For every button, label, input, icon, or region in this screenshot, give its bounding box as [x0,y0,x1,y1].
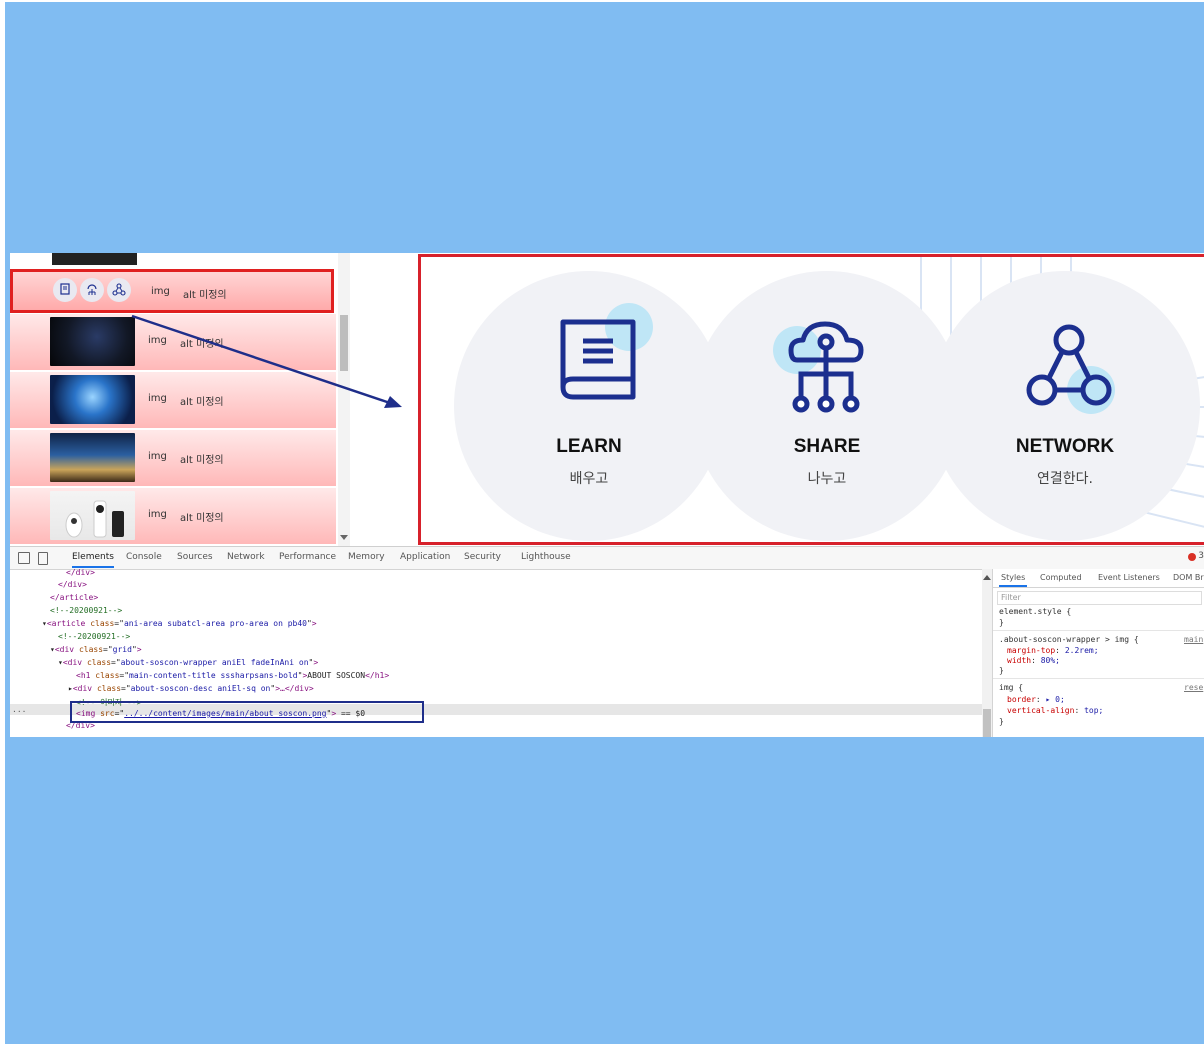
tab-sources[interactable]: Sources [177,552,213,562]
img-tag-highlight-box [70,701,424,723]
list-scrollbar[interactable] [338,253,350,546]
tab-performance[interactable]: Performance [279,552,336,562]
network-subtitle: 연결한다. [1037,471,1093,487]
city-thumbnail [50,433,135,482]
list-item-alt: alt 미정의 [180,339,224,350]
tab-styles[interactable]: Styles [998,573,1028,587]
list-item-alt: alt 미정의 [180,513,224,524]
code-line[interactable]: ▾<div class="grid"> [50,645,142,654]
robot-thumbnail [50,491,135,540]
code-line[interactable]: </article> [50,593,98,602]
devtools-tabbar: Elements Console Sources Network Perform… [10,547,1204,570]
book-icon [560,303,653,400]
list-item-selected[interactable]: img alt 미정의 [10,269,334,313]
rule1-prop1[interactable]: margin-top: 2.2rem; [1007,646,1099,655]
elements-scrollbar-thumb[interactable] [983,709,991,737]
code-line[interactable]: <!--20200921--> [50,606,122,615]
network-title: NETWORK [1015,436,1115,457]
devtools-panel: Elements Console Sources Network Perform… [10,546,1204,737]
tab-console[interactable]: Console [126,552,162,562]
list-item[interactable]: img alt 미정의 [10,372,336,430]
tab-elements[interactable]: Elements [72,552,114,568]
list-scrollbar-thumb[interactable] [340,315,348,371]
error-count[interactable]: 3 [1198,551,1204,561]
list-item-type: img [148,393,167,404]
device-toolbar-icon[interactable] [38,552,48,565]
code-line[interactable]: ▾<div class="about-soscon-wrapper aniEl … [58,658,318,667]
rule-close: } [999,717,1004,726]
styles-tabbar: Styles Computed Event Listeners DOM Br [993,569,1204,588]
tab-dom-breakpoints[interactable]: DOM Br [1173,573,1204,582]
code-line[interactable]: ▸<div class="about-soscon-desc aniEl-sq … [68,684,314,693]
scroll-up-arrow-icon[interactable] [983,575,991,580]
styles-pane: Styles Computed Event Listeners DOM Br F… [992,569,1204,737]
image-list: img alt 미정의 img alt 미정의 img alt 미정의 img … [10,253,350,546]
inspect-element-icon[interactable] [18,552,30,564]
list-item-alt: alt 미정의 [183,290,227,301]
top-partial-thumbnail [52,253,137,265]
rule1-prop2[interactable]: width: 80%; [1007,656,1060,665]
divider [993,678,1204,679]
mini-feature-icons [53,278,133,304]
code-line[interactable]: </div> [66,569,95,577]
chip-thumbnail [50,317,135,366]
element-style-rule[interactable]: element.style { [999,607,1071,616]
rule2-selector[interactable]: img {rese [999,683,1203,692]
tab-security[interactable]: Security [464,552,501,562]
list-item-type: img [148,451,167,462]
screenshot-panel: img alt 미정의 img alt 미정의 img alt 미정의 img … [10,253,1204,737]
rule2-prop2[interactable]: vertical-align: top; [1007,706,1103,715]
list-item-type: img [151,286,170,297]
tab-lighthouse[interactable]: Lighthouse [521,552,571,562]
tab-event-listeners[interactable]: Event Listeners [1098,573,1160,582]
row-actions-ellipsis[interactable]: ... [12,705,26,714]
code-line[interactable]: <h1 class="main-content-title sssharpsan… [76,671,389,680]
share-subtitle: 나누고 [807,471,847,487]
elements-scrollbar[interactable] [982,569,992,737]
mini-share-icon [80,278,104,302]
learn-title: LEARN [556,436,622,457]
mini-book-icon [53,278,77,302]
tab-computed[interactable]: Computed [1040,573,1082,582]
rule1-selector[interactable]: .about-soscon-wrapper > img {main [999,635,1203,644]
code-line[interactable]: </div> [58,580,87,589]
error-icon[interactable] [1188,553,1196,561]
list-item-alt: alt 미정의 [180,397,224,408]
tab-memory[interactable]: Memory [348,552,385,562]
rule1-source-link[interactable]: main [1184,635,1203,644]
list-item[interactable]: img alt 미정의 [10,314,336,372]
globe-thumbnail [50,375,135,424]
list-item-alt: alt 미정의 [180,455,224,466]
tab-network[interactable]: Network [227,552,265,562]
rule-close: } [999,618,1004,627]
image-preview: LEARN 배우고 SHARE 나누고 NETWORK 연결한다. [418,254,1204,545]
list-item[interactable]: img alt 미정의 [10,430,336,488]
code-line[interactable]: <!--20200921--> [58,632,130,641]
learn-subtitle: 배우고 [569,471,609,487]
list-item[interactable]: img alt 미정의 [10,488,336,546]
list-item-type: img [148,335,167,346]
code-line[interactable]: ▾<article class="ani-area subatcl-area p… [42,619,317,628]
divider [993,630,1204,631]
network-nodes-icon [1026,324,1115,414]
share-title: SHARE [793,436,861,457]
scroll-down-arrow-icon[interactable] [340,535,348,540]
mini-network-icon [107,278,131,302]
elements-tree: ... </div> </div> </article> <!--2020092… [10,569,982,737]
styles-filter-input[interactable]: Filter [997,591,1202,605]
cloud-network-icon [773,321,864,413]
rule2-source-link[interactable]: rese [1184,683,1203,692]
tab-application[interactable]: Application [400,552,450,562]
rule2-prop1[interactable]: border: ▸ 0; [1007,695,1065,704]
rule-close: } [999,666,1004,675]
list-item-type: img [148,509,167,520]
